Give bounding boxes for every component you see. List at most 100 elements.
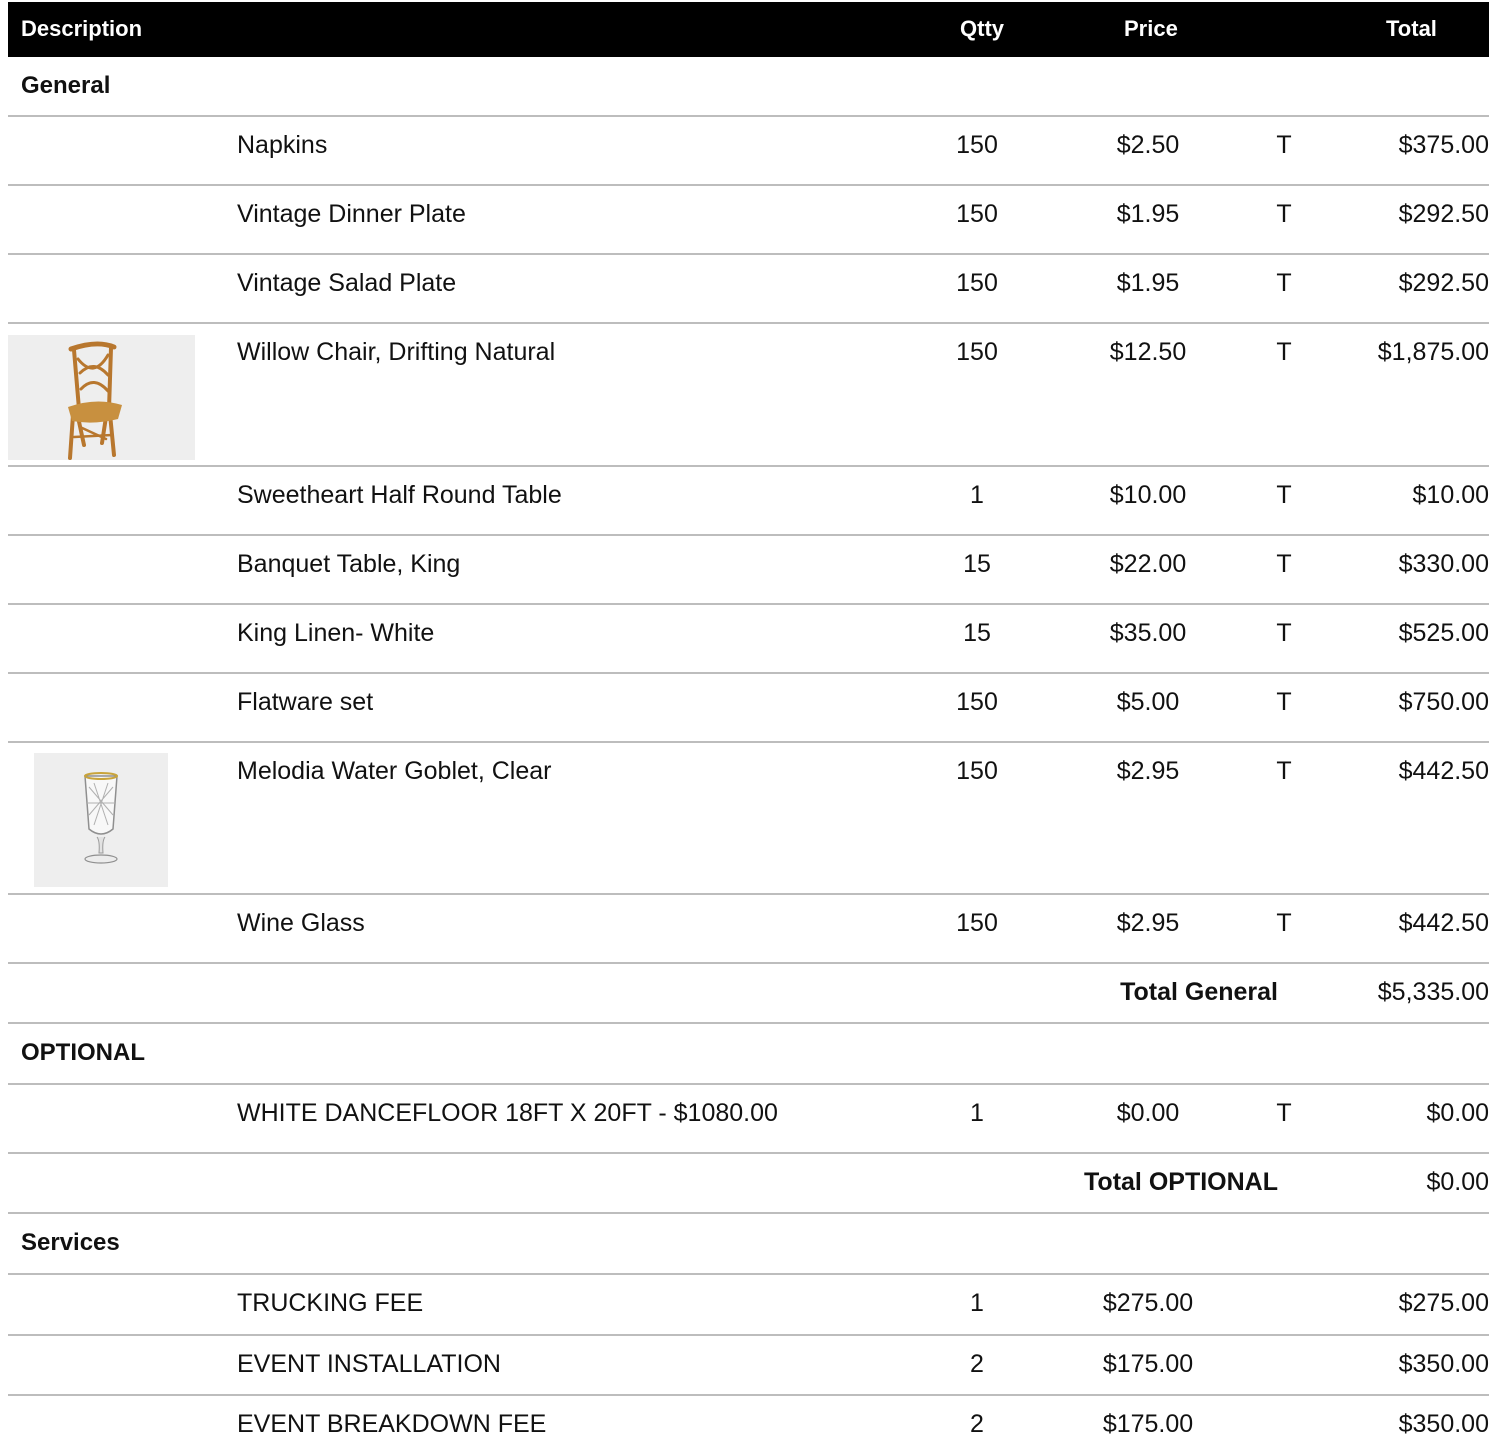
table-row: Banquet Table, King 15 $22.00 T $330.00	[8, 534, 1489, 603]
item-tax-flag: T	[1276, 909, 1292, 937]
item-qty: 1	[970, 1289, 984, 1317]
section-header-services: Services	[8, 1212, 1489, 1273]
column-header-description: Description	[21, 16, 143, 41]
item-total: $350.00	[1398, 1350, 1489, 1378]
table-row: Napkins 150 $2.50 T $375.00	[8, 115, 1489, 184]
column-header-price: Price	[1124, 16, 1178, 41]
item-total: $292.50	[1398, 200, 1489, 228]
item-description: Vintage Dinner Plate	[237, 200, 466, 228]
item-tax-flag: T	[1276, 688, 1292, 716]
table-header: Description Qtty Price Total	[8, 2, 1489, 57]
item-total: $442.50	[1398, 757, 1489, 785]
item-price: $35.00	[1109, 619, 1187, 647]
item-tax-flag: T	[1276, 481, 1292, 509]
item-price: $10.00	[1109, 481, 1187, 509]
table-row: WHITE DANCEFLOOR 18FT X 20FT - $1080.00 …	[8, 1083, 1489, 1152]
section-title: Services	[21, 1229, 120, 1256]
item-total: $375.00	[1398, 131, 1489, 159]
item-total: $330.00	[1398, 550, 1489, 578]
item-total: $525.00	[1398, 619, 1489, 647]
item-description: King Linen- White	[237, 619, 435, 647]
item-tax-flag: T	[1276, 757, 1292, 785]
table-row: Melodia Water Goblet, Clear 150 $2.95 T …	[8, 741, 1489, 893]
item-tax-flag: T	[1276, 269, 1292, 297]
item-total: $442.50	[1398, 909, 1489, 937]
item-qty: 2	[970, 1410, 984, 1438]
column-header-total: Total	[1386, 16, 1437, 41]
item-tax-flag: T	[1276, 200, 1292, 228]
wooden-chair-image	[8, 335, 195, 460]
table-row: Flatware set 150 $5.00 T $750.00	[8, 672, 1489, 741]
item-description: EVENT INSTALLATION	[237, 1350, 501, 1378]
item-qty: 15	[963, 550, 991, 578]
item-description: Flatware set	[237, 688, 374, 716]
item-total: $10.00	[1412, 481, 1489, 509]
item-qty: 2	[970, 1350, 984, 1378]
section-title: OPTIONAL	[21, 1039, 145, 1066]
item-qty: 1	[970, 1099, 984, 1127]
item-qty: 150	[956, 269, 998, 297]
item-description: TRUCKING FEE	[237, 1289, 424, 1317]
subtotal-row-optional: Total OPTIONAL $0.00	[8, 1152, 1489, 1212]
item-tax-flag: T	[1276, 1099, 1292, 1127]
subtotal-label: Total General	[1120, 978, 1278, 1006]
item-description: Banquet Table, King	[237, 550, 461, 578]
item-qty: 150	[956, 688, 998, 716]
section-header-general: General	[8, 57, 1489, 115]
item-tax-flag: T	[1276, 550, 1292, 578]
item-price: $12.50	[1109, 338, 1187, 366]
item-description: Melodia Water Goblet, Clear	[237, 757, 552, 785]
subtotal-value: $5,335.00	[1377, 978, 1489, 1006]
item-description: Wine Glass	[237, 909, 365, 937]
subtotal-label: Total OPTIONAL	[1084, 1168, 1278, 1196]
item-price: $22.00	[1109, 550, 1187, 578]
item-total: $0.00	[1426, 1099, 1489, 1127]
item-price: $5.00	[1116, 688, 1180, 716]
section-title: General	[21, 72, 111, 99]
item-price: $2.95	[1116, 757, 1180, 785]
item-description: Napkins	[237, 131, 328, 159]
subtotal-row-general: Total General $5,335.00	[8, 962, 1489, 1022]
table-row: EVENT BREAKDOWN FEE 2 $175.00 $350.00	[8, 1394, 1489, 1438]
subtotal-value: $0.00	[1426, 1168, 1489, 1196]
item-description: Vintage Salad Plate	[237, 269, 457, 297]
item-qty: 15	[963, 619, 991, 647]
item-tax-flag: T	[1276, 619, 1292, 647]
item-qty: 150	[956, 909, 998, 937]
item-price: $175.00	[1102, 1350, 1194, 1378]
item-price: $1.95	[1116, 200, 1180, 228]
item-price: $175.00	[1102, 1410, 1194, 1438]
item-description: EVENT BREAKDOWN FEE	[237, 1410, 547, 1438]
chair-photo-icon	[68, 341, 122, 460]
item-qty: 1	[970, 481, 984, 509]
item-total: $275.00	[1398, 1289, 1489, 1317]
item-qty: 150	[956, 757, 998, 785]
item-total: $292.50	[1398, 269, 1489, 297]
table-row: Willow Chair, Drifting Natural 150 $12.5…	[8, 322, 1489, 465]
item-total: $1,875.00	[1377, 338, 1489, 366]
item-price: $0.00	[1116, 1099, 1180, 1127]
item-price: $1.95	[1116, 269, 1180, 297]
goblet-photo-icon	[84, 772, 118, 864]
item-tax-flag: T	[1276, 131, 1292, 159]
item-description: WHITE DANCEFLOOR 18FT X 20FT - $1080.00	[237, 1099, 778, 1127]
line-items-table: Description Qtty Price Total General Nap…	[8, 2, 1489, 1438]
table-row: Vintage Dinner Plate 150 $1.95 T $292.50	[8, 184, 1489, 253]
item-qty: 150	[956, 338, 998, 366]
item-tax-flag: T	[1276, 338, 1292, 366]
item-total: $750.00	[1398, 688, 1489, 716]
item-total: $350.00	[1398, 1410, 1489, 1438]
table-row: Wine Glass 150 $2.95 T $442.50	[8, 893, 1489, 962]
item-description: Sweetheart Half Round Table	[237, 481, 562, 509]
item-qty: 150	[956, 131, 998, 159]
table-row: Vintage Salad Plate 150 $1.95 T $292.50	[8, 253, 1489, 322]
item-qty: 150	[956, 200, 998, 228]
table-row: EVENT INSTALLATION 2 $175.00 $350.00	[8, 1334, 1489, 1394]
column-header-qty: Qtty	[960, 16, 1004, 41]
section-header-optional: OPTIONAL	[8, 1022, 1489, 1083]
crystal-goblet-image	[34, 753, 168, 887]
item-price: $275.00	[1102, 1289, 1194, 1317]
table-row: TRUCKING FEE 1 $275.00 $275.00	[8, 1273, 1489, 1334]
item-price: $2.50	[1116, 131, 1180, 159]
table-row: King Linen- White 15 $35.00 T $525.00	[8, 603, 1489, 672]
